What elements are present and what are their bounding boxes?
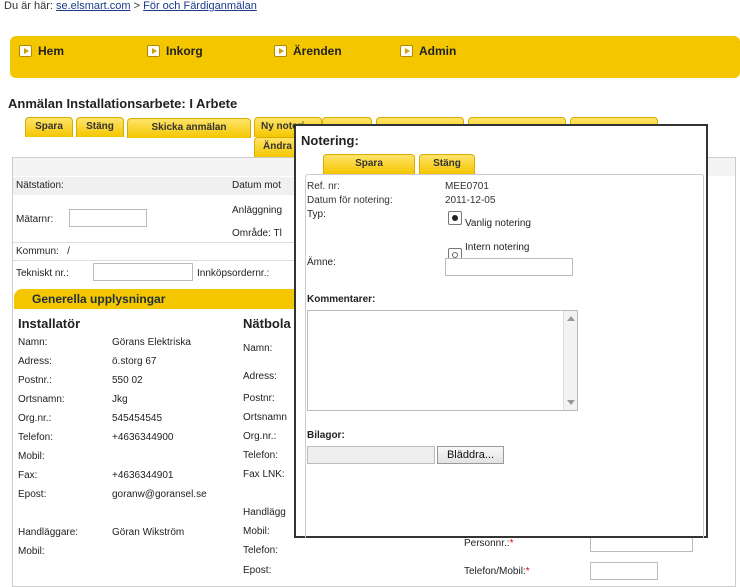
matarnr-label: Mätarnr: (16, 214, 54, 225)
nav-item-hem[interactable]: Hem (19, 44, 64, 58)
nav-label-inkorg: Inkorg (166, 44, 203, 58)
scroll-down-icon[interactable] (567, 400, 575, 405)
datum-mot-label: Datum mot (232, 180, 281, 191)
inst-value: ö.storg 67 (112, 356, 157, 367)
telefon-mobil-input[interactable] (590, 562, 658, 580)
inst-label: Org.nr.: (18, 413, 52, 424)
natstation-label: Nätstation: (16, 180, 64, 191)
tab-stang[interactable]: Stäng (76, 117, 124, 137)
textarea-scrollbar[interactable] (563, 311, 577, 410)
inst-value: Jkg (112, 394, 128, 405)
natbolag-label: Telefon: (243, 450, 279, 461)
personnr-label: Personnr.:* (464, 538, 514, 549)
typ-label: Typ: (307, 209, 326, 220)
kommentarer-textarea[interactable] (307, 310, 578, 411)
inst-label: Postnr.: (18, 375, 52, 386)
arrow-icon (19, 45, 32, 57)
section-title: Generella upplysningar (32, 292, 166, 306)
inst-value: +4636344900 (112, 432, 174, 443)
breadcrumb-prefix: Du är här: (4, 0, 53, 12)
nav-item-inkorg[interactable]: Inkorg (147, 44, 203, 58)
natbolag-label: Adress: (243, 371, 277, 382)
inst-value: 550 02 (112, 375, 143, 386)
arrow-icon (147, 45, 160, 57)
inst-value: 545454545 (112, 413, 163, 424)
natbolag-label: Epost: (243, 565, 272, 576)
breadcrumb-current-link[interactable]: För och Färdiganmälan (143, 0, 257, 12)
omrade-label: Område: Tl (232, 228, 282, 239)
inst-label: Adress: (18, 356, 52, 367)
inst-label: Ortsnamn: (18, 394, 65, 405)
handlaggare-label: Handläggare: (18, 527, 79, 538)
inst-label: Mobil: (18, 451, 45, 462)
natbolag-label: Telefon: (243, 545, 279, 556)
ref-value: MEE0701 (445, 181, 489, 192)
inst-value: goranw@goransel.se (112, 489, 207, 500)
nav-label-arenden: Ärenden (293, 44, 342, 58)
typ-vanlig-label: Vanlig notering (465, 218, 531, 229)
natbolag-handlagg: Handlägg (243, 507, 286, 518)
modal-close-tab[interactable]: Stäng (419, 154, 475, 174)
tab-andra[interactable]: Ändra (254, 137, 298, 157)
handlaggare-value: Göran Wikström (112, 527, 185, 538)
nav-item-arenden[interactable]: Ärenden (274, 44, 342, 58)
natbolag-label: Postnr: (243, 393, 275, 404)
inst-label: Epost: (18, 489, 47, 500)
kommentarer-label: Kommentarer: (307, 294, 376, 305)
datum-value: 2011-12-05 (445, 195, 496, 206)
matarnr-input[interactable] (69, 209, 147, 227)
tekniskt-nr-input[interactable] (93, 263, 193, 281)
tab-spara[interactable]: Spara (25, 117, 73, 137)
kommun-label: Kommun: / (16, 246, 70, 257)
top-navbar (10, 36, 740, 78)
nav-item-admin[interactable]: Admin (400, 44, 456, 58)
scroll-up-icon[interactable] (567, 316, 575, 321)
radio-selected-icon (452, 215, 458, 221)
anlaggning-label: Anläggning (232, 205, 283, 216)
natbolag-label: Fax LNK: (243, 469, 285, 480)
amne-label: Ämne: (307, 257, 336, 268)
bilagor-label: Bilagor: (307, 430, 345, 441)
installator-heading: Installatör (18, 316, 81, 331)
natbolag-label: Namn: (243, 343, 273, 354)
breadcrumb: Du är här: se.elsmart.com > För och Färd… (4, 0, 257, 12)
amne-input[interactable] (445, 258, 573, 276)
tab-skicka-anmalan[interactable]: Skicka anmälan (127, 118, 251, 138)
arrow-icon (274, 45, 287, 57)
browse-button[interactable]: Bläddra... (437, 446, 504, 464)
modal-save-tab[interactable]: Spara (323, 154, 415, 174)
divider (13, 260, 295, 261)
datum-label: Datum för notering: (307, 195, 393, 206)
telefon-mobil-label: Telefon/Mobil:* (464, 566, 530, 577)
file-path-input[interactable] (307, 446, 435, 464)
innkopsorder-label: Innköpsordernr.: (197, 268, 270, 279)
natbolag-label: Org.nr.: (243, 431, 277, 442)
inst-label: Telefon: (18, 432, 54, 443)
inst-value: Görans Elektriska (112, 337, 191, 348)
typ-intern-label: Intern notering (465, 242, 530, 253)
inst-value: +4636344901 (112, 470, 174, 481)
tekniskt-nr-label: Tekniskt nr.: (16, 268, 69, 279)
modal-title: Notering: (301, 133, 359, 148)
mobil2-label: Mobil: (18, 546, 45, 557)
natbolag-label: Ortsnamn (243, 412, 287, 423)
divider (13, 242, 295, 243)
natbolag-heading: Nätbola (243, 316, 291, 331)
inst-label: Namn: (18, 337, 48, 348)
breadcrumb-separator: > (133, 0, 141, 12)
breadcrumb-home-link[interactable]: se.elsmart.com (56, 0, 131, 12)
typ-vanlig-radio[interactable] (448, 211, 462, 225)
nav-label-admin: Admin (419, 44, 457, 58)
inst-label: Fax: (18, 470, 38, 481)
natbolag-label: Mobil: (243, 526, 270, 537)
nav-label-hem: Hem (38, 44, 65, 58)
page-title: Anmälan Installationsarbete: I Arbete (8, 96, 238, 111)
ref-label: Ref. nr: (307, 181, 340, 192)
arrow-icon (400, 45, 413, 57)
